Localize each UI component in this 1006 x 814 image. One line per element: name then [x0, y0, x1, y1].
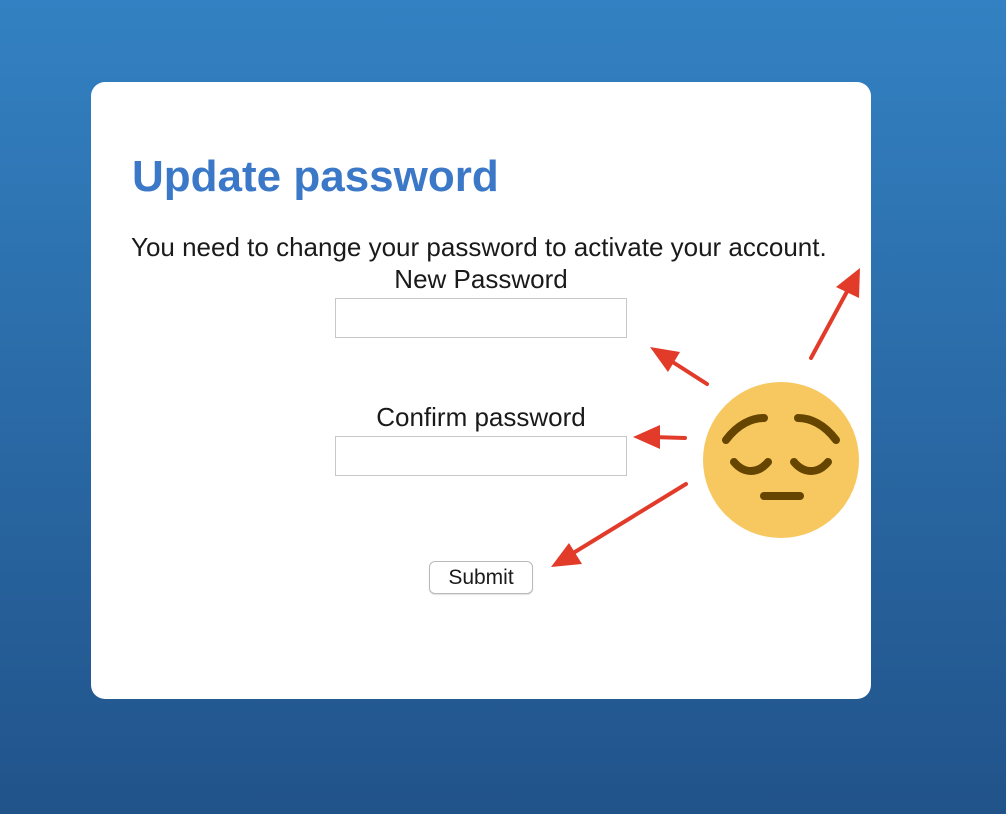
- confirm-password-field[interactable]: [335, 436, 627, 476]
- new-password-label: New Password: [394, 264, 568, 294]
- submit-button[interactable]: Submit: [429, 561, 533, 594]
- page-title: Update password: [132, 152, 499, 201]
- instructions-text: You need to change your password to acti…: [131, 232, 827, 262]
- confirm-password-label: Confirm password: [376, 402, 586, 432]
- new-password-field[interactable]: [335, 298, 627, 338]
